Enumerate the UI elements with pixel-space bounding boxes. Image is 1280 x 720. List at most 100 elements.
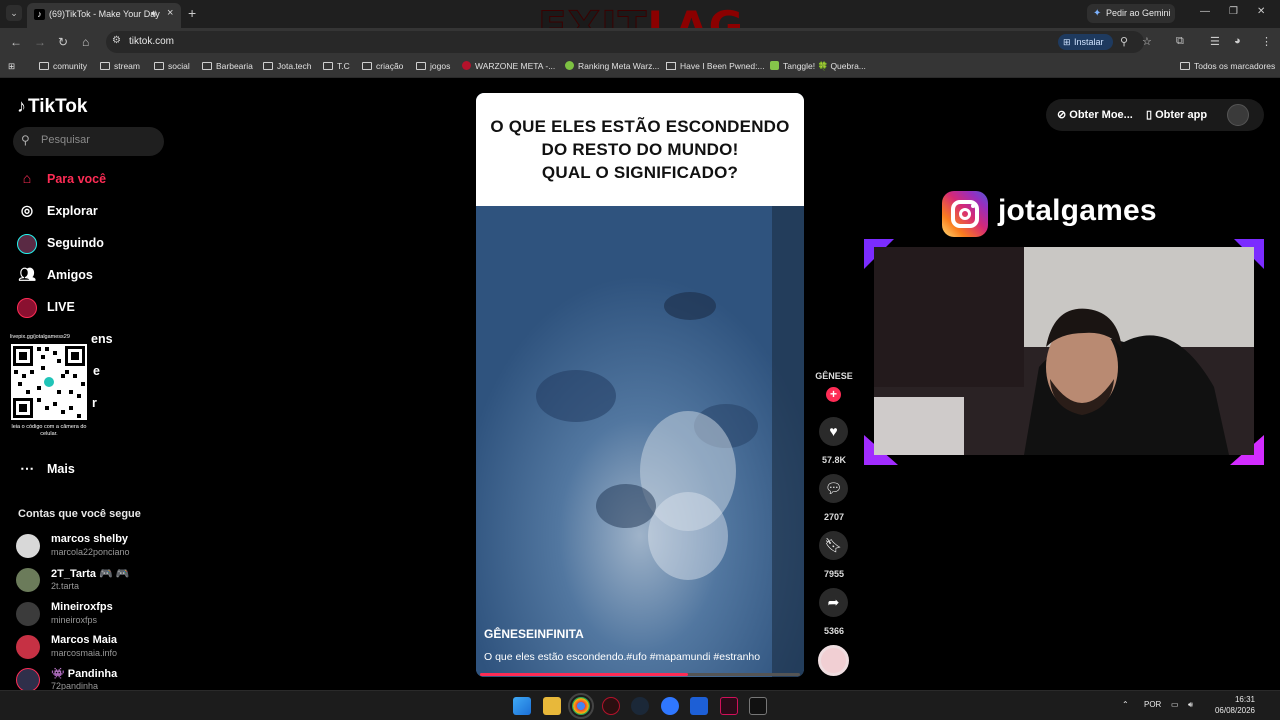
folder-icon <box>362 62 372 70</box>
profile-icon[interactable]: ◕ <box>1234 35 1241 47</box>
chevron-up-icon[interactable]: ⌃ <box>1122 700 1129 709</box>
gemini-icon: ✦ <box>1093 8 1102 19</box>
forward-button[interactable]: → <box>34 35 46 49</box>
avatar <box>16 668 40 692</box>
share-button[interactable]: ➦ <box>819 588 848 617</box>
battlenet-icon[interactable] <box>661 697 679 715</box>
bookmark-folder[interactable]: T.C <box>323 61 350 71</box>
tiktok-logo[interactable]: ♪ TikTok <box>17 96 87 118</box>
creator-label[interactable]: GÊNESE <box>814 371 854 381</box>
extensions-icon[interactable]: ⧉ <box>1176 35 1184 48</box>
bookmark-folder[interactable]: comunity <box>39 61 87 71</box>
speaker-icon[interactable]: 🔊︎ <box>151 8 157 19</box>
save-button[interactable]: 🔖︎ <box>819 531 848 560</box>
network-icon[interactable]: ▭ <box>1171 700 1179 709</box>
menu-icon[interactable]: ⋮ <box>1261 35 1272 48</box>
webcam-feed <box>874 247 1254 455</box>
qr-url: livepix.gg/jotalgamess29 <box>10 334 70 340</box>
music-disc-icon[interactable] <box>818 645 849 676</box>
pwned-icon <box>666 62 676 70</box>
bookmark-folder[interactable]: Jota.tech <box>263 61 312 71</box>
app-icon[interactable] <box>690 697 708 715</box>
tab-search-button[interactable]: ⌄ <box>6 5 22 21</box>
qr-caption: leia o código com a câmera do celular. <box>11 424 87 437</box>
bookmark-link[interactable]: Have I Been Pwned:... <box>666 61 765 71</box>
windows-taskbar: ⌃ POR ▭ 🔊︎ 16:31 06/08/2026 <box>0 690 1280 720</box>
restore-button[interactable]: ❐ <box>1229 6 1238 17</box>
comment-button[interactable]: 💬︎ <box>819 474 848 503</box>
banner-line: DO RESTO DO MUNDO! <box>541 140 739 159</box>
user-avatar[interactable] <box>1227 104 1249 126</box>
reload-button[interactable]: ↻ <box>58 35 68 49</box>
comment-count: 2707 <box>823 512 845 522</box>
more-icon: ⋯ <box>20 460 34 476</box>
language-indicator[interactable]: POR <box>1144 700 1161 709</box>
bookmark-folder[interactable]: Barbearia <box>202 61 253 71</box>
bookmark-folder[interactable]: jogos <box>416 61 450 71</box>
system-clock[interactable]: 16:31 06/08/2026 <box>1205 694 1255 716</box>
bookmark-star-icon[interactable]: ☆ <box>1142 35 1152 48</box>
game-launcher-icon[interactable] <box>602 697 620 715</box>
new-tab-button[interactable]: + <box>188 5 196 21</box>
top-actions: ⊘ Obter Moe... ▯ Obter app <box>1046 99 1264 131</box>
bookmarks-bar: ⊞ comunity stream social Barbearia Jota.… <box>0 56 1280 78</box>
close-window-button[interactable]: ✕ <box>1257 6 1265 17</box>
search-input[interactable] <box>41 134 156 146</box>
tiktok-note-icon: ♪ <box>17 96 26 116</box>
bookmark-link[interactable]: Tanggle! 🍀 Quebra... <box>770 61 866 72</box>
install-icon: ⊞ <box>1063 37 1071 47</box>
minimize-button[interactable]: — <box>1200 6 1210 17</box>
get-coins-button[interactable]: ⊘ Obter Moe... <box>1057 108 1133 121</box>
folder-icon <box>263 62 273 70</box>
save-count: 7955 <box>823 569 845 579</box>
reading-list-icon[interactable]: ☰ <box>1210 35 1220 48</box>
video-player[interactable]: O QUE ELES ESTÃO ESCONDENDO DO RESTO DO … <box>476 93 804 677</box>
search-box[interactable]: ⚲ <box>13 127 164 156</box>
close-tab-icon[interactable]: × <box>167 7 173 19</box>
tanggle-icon <box>770 61 779 70</box>
video-author[interactable]: GÊNESEINFINITA <box>484 627 584 641</box>
start-icon[interactable] <box>513 697 531 715</box>
tiktok-icon: ♪ <box>34 9 45 20</box>
site-info-icon[interactable]: ⚙ <box>112 35 121 46</box>
epic-games-icon[interactable] <box>749 697 767 715</box>
clock-date: 06/08/2026 <box>1214 706 1255 715</box>
vegas-icon[interactable] <box>720 697 738 715</box>
live-icon <box>17 298 37 318</box>
followed-account[interactable]: Marcos Maia marcosmaia.info <box>16 632 186 664</box>
home-button[interactable]: ⌂ <box>82 35 89 49</box>
search-icon: ⚲ <box>21 133 30 147</box>
all-bookmarks-folder[interactable]: Todos os marcadores <box>1180 61 1275 71</box>
bookmark-folder[interactable]: stream <box>100 61 140 71</box>
bookmark-link[interactable]: WARZONE META -... <box>462 61 555 71</box>
home-icon: ⌂ <box>22 170 32 186</box>
followed-account[interactable]: Mineiroxfps mineiroxfps <box>16 599 186 631</box>
apps-icon[interactable]: ⊞ <box>8 61 15 72</box>
get-app-button[interactable]: ▯ Obter app <box>1146 108 1207 121</box>
follow-button[interactable]: + <box>826 387 841 402</box>
bookmark-folder[interactable]: social <box>154 61 190 71</box>
steam-icon[interactable] <box>631 697 649 715</box>
bookmark-link[interactable]: Ranking Meta Warz... <box>565 61 659 71</box>
install-app-button[interactable]: ⊞ Instalar <box>1058 34 1113 50</box>
friends-icon: 👥︎ <box>18 266 36 282</box>
address-bar[interactable]: ⚙ tiktok.com ⊞ Instalar ⚲ ☆ <box>106 31 1152 53</box>
browser-tab-tiktok[interactable]: ♪ (69)TikTok - Make Your Day 🔊︎ × <box>27 3 181 28</box>
chrome-icon[interactable] <box>568 693 594 719</box>
coin-icon: ⊘ <box>1057 109 1067 121</box>
video-frame-image <box>476 206 804 677</box>
bookmark-folder[interactable]: criação <box>362 61 403 71</box>
video-progress-bar[interactable] <box>480 673 800 676</box>
gemini-button[interactable]: ✦ Pedir ao Gemini <box>1087 4 1175 23</box>
followed-account[interactable]: 2T_Tarta 🎮 🎮 2t.tarta <box>16 565 186 597</box>
like-button[interactable]: ♥ <box>819 417 848 446</box>
instagram-handle: jotalgames <box>998 194 1157 227</box>
zoom-icon[interactable]: ⚲ <box>1120 35 1128 48</box>
comment-icon: 💬︎ <box>824 480 843 496</box>
back-button[interactable]: ← <box>10 35 22 49</box>
file-explorer-icon[interactable] <box>543 697 561 715</box>
followed-account[interactable]: marcos shelby marcola22ponciano <box>16 531 186 563</box>
volume-icon[interactable]: 🔊︎ <box>1188 700 1193 710</box>
qr-code-image <box>11 344 87 420</box>
gemini-label: Pedir ao Gemini <box>1106 8 1171 18</box>
